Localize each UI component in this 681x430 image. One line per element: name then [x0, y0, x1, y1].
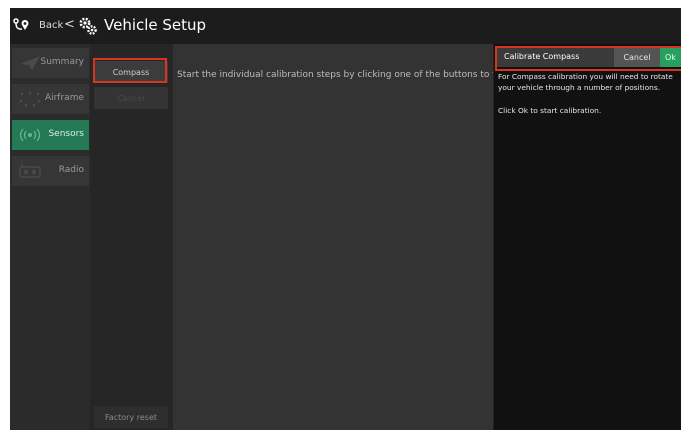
panel-instructions: For Compass calibration you will need to… — [498, 72, 673, 92]
page-title: Vehicle Setup — [104, 16, 207, 34]
gears-icon — [79, 17, 97, 35]
compass-button[interactable]: Compass — [94, 61, 168, 83]
back-button[interactable]: Back — [39, 20, 63, 31]
airframe-dots-icon — [19, 91, 41, 107]
sensor-waves-icon — [19, 128, 41, 142]
panel-ok-button[interactable]: Ok — [660, 47, 681, 67]
left-nav: Summary Airframe Sensors Radio — [10, 44, 90, 430]
app-window: Back < Vehicle Setup Summary Airframe Se… — [10, 8, 681, 430]
paper-plane-icon — [20, 56, 40, 70]
panel-header: Calibrate Compass Cancel Ok — [497, 47, 681, 67]
panel-start-hint: Click Ok to start calibration. — [498, 106, 602, 115]
nav-item-label: Summary — [40, 57, 85, 67]
nav-item-label: Airframe — [44, 93, 84, 103]
panel-title: Calibrate Compass — [504, 52, 580, 61]
calibration-panel: Calibrate Compass Cancel Ok For Compass … — [494, 44, 681, 430]
route-pin-icon[interactable] — [13, 17, 31, 35]
cancel-calibration-button[interactable]: Cancel — [94, 87, 168, 109]
nav-item-airframe[interactable]: Airframe — [12, 84, 89, 114]
panel-cancel-button[interactable]: Cancel — [614, 47, 660, 67]
instruction-text: Start the individual calibration steps b… — [177, 70, 493, 80]
nav-item-summary[interactable]: Summary — [12, 48, 89, 78]
calibration-column: Compass Cancel Factory reset — [90, 44, 173, 430]
nav-item-sensors[interactable]: Sensors — [12, 120, 89, 150]
radio-controller-icon — [19, 163, 41, 178]
back-chevron[interactable]: < — [64, 17, 75, 32]
top-bar: Back < Vehicle Setup — [10, 8, 681, 44]
nav-item-radio[interactable]: Radio — [12, 156, 89, 186]
factory-reset-button[interactable]: Factory reset — [94, 406, 168, 428]
nav-item-label: Sensors — [48, 129, 84, 139]
main-area: Start the individual calibration steps b… — [173, 44, 493, 430]
nav-item-label: Radio — [58, 165, 84, 175]
